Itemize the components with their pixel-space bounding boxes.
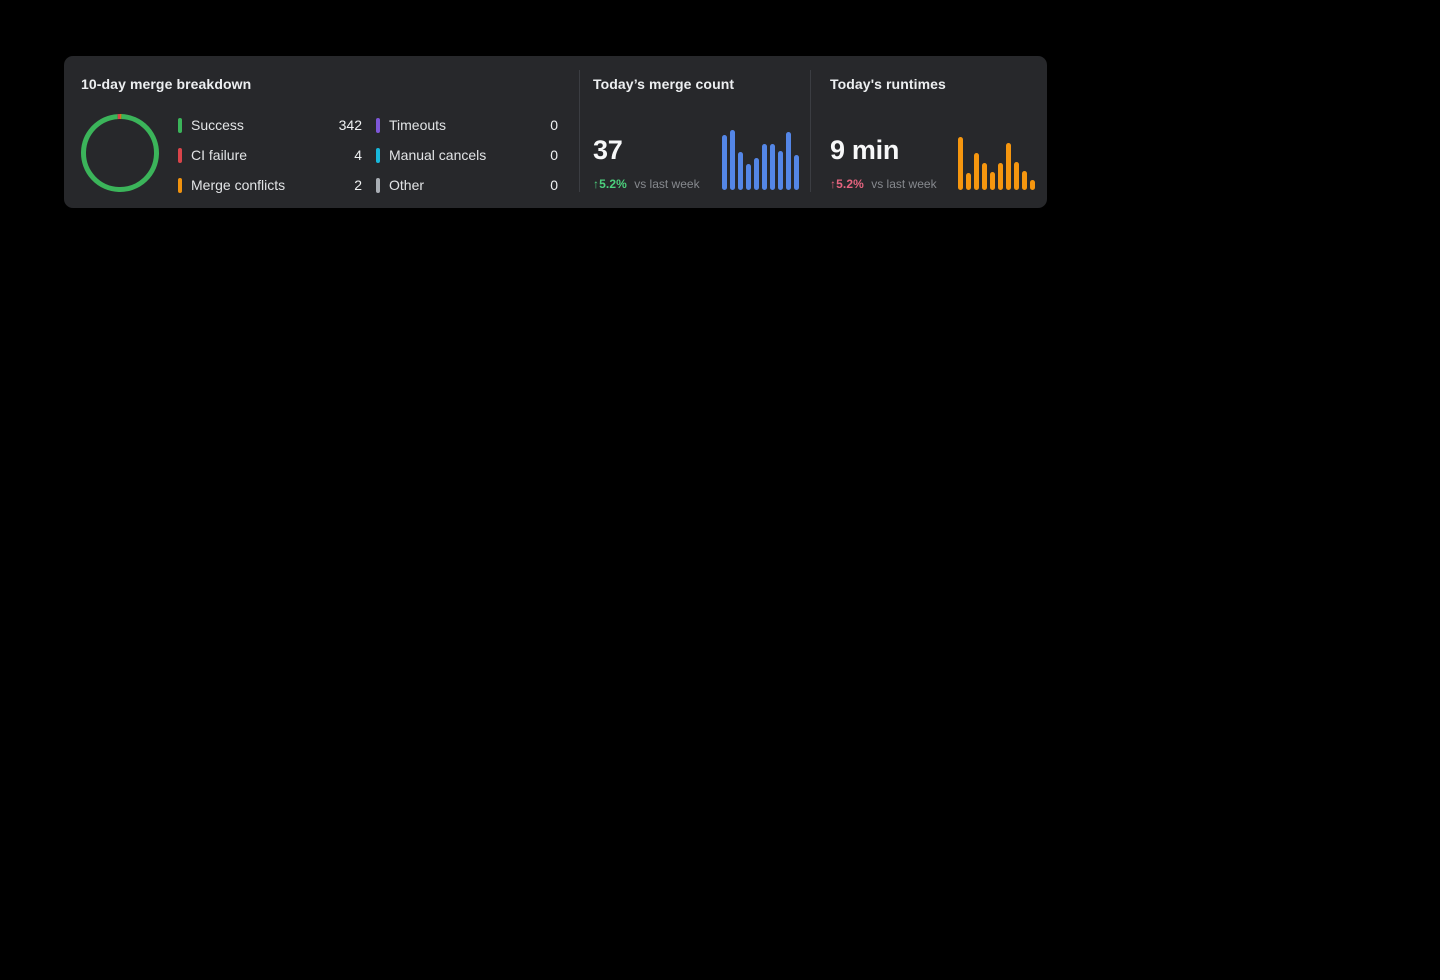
- merge-count-value: 37: [593, 136, 622, 164]
- legend-item: Manual cancels0: [376, 147, 558, 163]
- sparkline-bar: [738, 152, 743, 190]
- runtimes-trend: ↑5.2% vs last week: [830, 177, 937, 191]
- trend-percent-value: 5.2%: [836, 177, 864, 191]
- runtimes-trend-percent: ↑5.2%: [830, 177, 864, 191]
- legend-value: 4: [354, 147, 362, 163]
- legend-color-chip: [178, 178, 182, 193]
- sparkline-bar: [1030, 180, 1035, 190]
- legend-label: Other: [389, 177, 550, 193]
- legend-color-chip: [376, 118, 380, 133]
- sparkline-bar: [786, 132, 791, 190]
- legend-color-chip: [178, 148, 182, 163]
- legend-item: Other0: [376, 177, 558, 193]
- legend-item: Timeouts0: [376, 117, 558, 133]
- sparkline-bar: [990, 172, 995, 190]
- sparkline-bar: [794, 155, 799, 190]
- sparkline-bar: [974, 153, 979, 190]
- sparkline-bar: [722, 135, 727, 190]
- legend-color-chip: [376, 178, 380, 193]
- legend-value: 2: [354, 177, 362, 193]
- sparkline-bar: [770, 144, 775, 190]
- legend-label: Merge conflicts: [191, 177, 354, 193]
- runtimes-sparkline: [958, 137, 1035, 190]
- breakdown-section-title: 10-day merge breakdown: [81, 76, 251, 92]
- legend-value: 0: [550, 147, 558, 163]
- merge-count-sparkline: [722, 130, 799, 190]
- sparkline-bar: [778, 151, 783, 190]
- legend-value: 0: [550, 117, 558, 133]
- legend-color-chip: [178, 118, 182, 133]
- trend-suffix: vs last week: [634, 177, 699, 191]
- sparkline-bar: [754, 158, 759, 190]
- sparkline-bar: [746, 164, 751, 190]
- sparkline-bar: [966, 173, 971, 190]
- runtimes-value: 9 min: [830, 136, 899, 164]
- donut-segment: [82, 115, 158, 191]
- legend-item: Success342: [178, 117, 362, 133]
- merge-count-trend: ↑5.2% vs last week: [593, 177, 700, 191]
- sparkline-bar: [1006, 143, 1011, 190]
- section-divider: [810, 70, 811, 192]
- legend-label: Manual cancels: [389, 147, 550, 163]
- legend-value: 342: [339, 117, 362, 133]
- section-divider: [579, 70, 580, 192]
- legend-color-chip: [376, 148, 380, 163]
- merge-breakdown-donut-chart: [80, 113, 160, 193]
- sparkline-bar: [1014, 162, 1019, 190]
- sparkline-bar: [1022, 171, 1027, 190]
- sparkline-bar: [998, 163, 1003, 190]
- legend-label: CI failure: [191, 147, 354, 163]
- merge-stats-panel: 10-day merge breakdown Success342 CI fail…: [64, 56, 1047, 208]
- donut-legend: Success342CI failure4Merge conflicts2Tim…: [178, 110, 558, 200]
- legend-item: CI failure4: [178, 147, 362, 163]
- legend-label: Success: [191, 117, 339, 133]
- sparkline-bar: [730, 130, 735, 190]
- trend-percent-value: 5.2%: [599, 177, 627, 191]
- merge-count-trend-percent: ↑5.2%: [593, 177, 627, 191]
- sparkline-bar: [982, 163, 987, 190]
- sparkline-bar: [958, 137, 963, 190]
- legend-item: Merge conflicts2: [178, 177, 362, 193]
- trend-suffix: vs last week: [871, 177, 936, 191]
- legend-label: Timeouts: [389, 117, 550, 133]
- runtimes-section-title: Today's runtimes: [830, 76, 946, 92]
- merge-count-section-title: Today’s merge count: [593, 76, 734, 92]
- legend-value: 0: [550, 177, 558, 193]
- sparkline-bar: [762, 144, 767, 190]
